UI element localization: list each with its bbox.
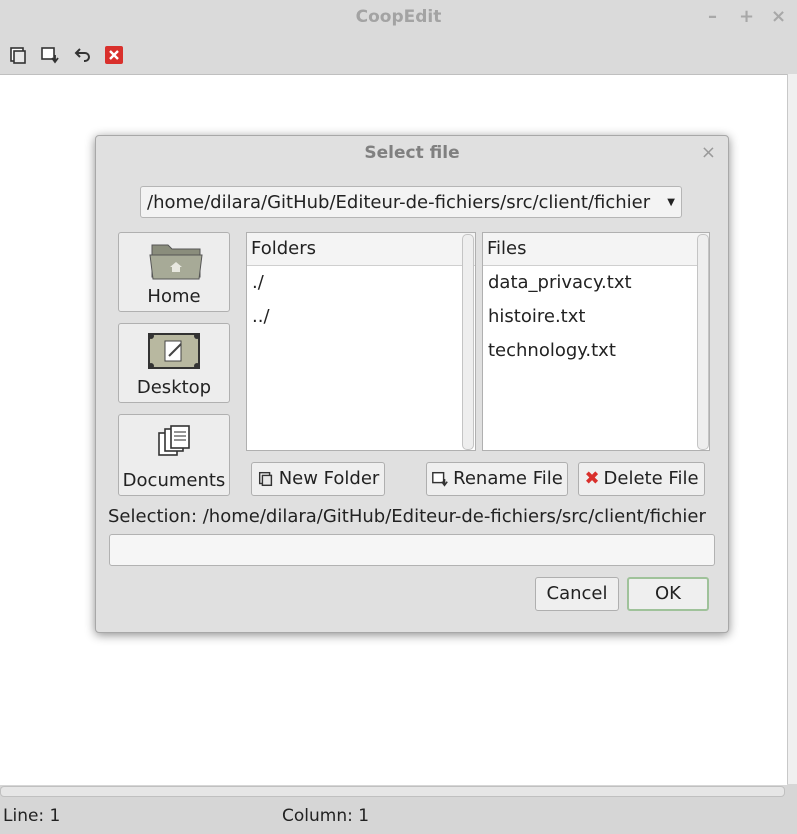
folders-header: Folders: [247, 233, 475, 266]
window-title: CoopEdit: [355, 7, 442, 27]
toolbar: [0, 36, 797, 74]
copy-icon: [258, 471, 272, 487]
chevron-down-icon: ▼: [667, 197, 675, 208]
list-item[interactable]: ./: [247, 266, 475, 300]
rename-icon: [432, 471, 449, 487]
place-documents-button[interactable]: Documents: [118, 414, 230, 496]
delete-icon[interactable]: [103, 44, 125, 66]
folders-scrollbar[interactable]: [462, 234, 474, 450]
ok-button[interactable]: OK: [627, 577, 709, 611]
home-folder-icon: [149, 244, 203, 280]
files-scrollbar[interactable]: [697, 234, 709, 450]
rename-file-button[interactable]: Rename File: [426, 462, 568, 496]
line-indicator: Line: 1: [3, 806, 61, 826]
place-label: Desktop: [136, 377, 212, 398]
list-item[interactable]: technology.txt: [483, 334, 709, 368]
list-item[interactable]: data_privacy.txt: [483, 266, 709, 300]
selection-input[interactable]: [109, 534, 715, 566]
documents-icon: [158, 425, 190, 456]
vertical-scrollbar[interactable]: [787, 74, 797, 784]
close-button[interactable]: ×: [771, 6, 786, 27]
list-item[interactable]: ../: [247, 300, 475, 334]
maximize-button[interactable]: +: [739, 6, 754, 27]
horizontal-scrollbar[interactable]: [0, 786, 785, 797]
minimize-button[interactable]: –: [708, 6, 717, 27]
list-item[interactable]: histoire.txt: [483, 300, 709, 334]
column-indicator: Column: 1: [282, 806, 370, 826]
rename-file-label: Rename File: [453, 468, 563, 489]
files-list[interactable]: Files data_privacy.txt histoire.txt tech…: [482, 232, 710, 451]
dialog-close-icon[interactable]: ×: [701, 142, 716, 163]
new-folder-button[interactable]: New Folder: [251, 462, 385, 496]
select-file-dialog: Select file × /home/dilara/GitHub/Editeu…: [95, 135, 729, 633]
delete-file-label: Delete File: [603, 468, 699, 489]
close-icon: ✖: [584, 468, 600, 489]
selection-label: Selection: /home/dilara/GitHub/Editeur-d…: [108, 506, 706, 527]
dialog-title: Select file: [364, 143, 460, 163]
place-desktop-button[interactable]: Desktop: [118, 323, 230, 403]
save-icon[interactable]: [39, 44, 61, 66]
new-folder-label: New Folder: [278, 468, 380, 489]
place-home-button[interactable]: Home: [118, 232, 230, 312]
delete-file-button[interactable]: ✖ Delete File: [578, 462, 705, 496]
place-label: Documents: [122, 470, 226, 491]
copy-icon[interactable]: [7, 44, 29, 66]
files-header: Files: [483, 233, 709, 266]
folders-list[interactable]: Folders ./ ../: [246, 232, 476, 451]
place-label: Home: [147, 286, 201, 307]
path-value: /home/dilara/GitHub/Editeur-de-fichiers/…: [147, 192, 651, 213]
title-bar: CoopEdit – + ×: [0, 0, 797, 36]
desktop-icon: [148, 333, 200, 369]
status-bar: Line: 1 Column: 1: [0, 800, 797, 834]
path-combobox[interactable]: /home/dilara/GitHub/Editeur-de-fichiers/…: [140, 186, 682, 218]
undo-icon[interactable]: [71, 44, 93, 66]
cancel-button[interactable]: Cancel: [535, 577, 619, 611]
